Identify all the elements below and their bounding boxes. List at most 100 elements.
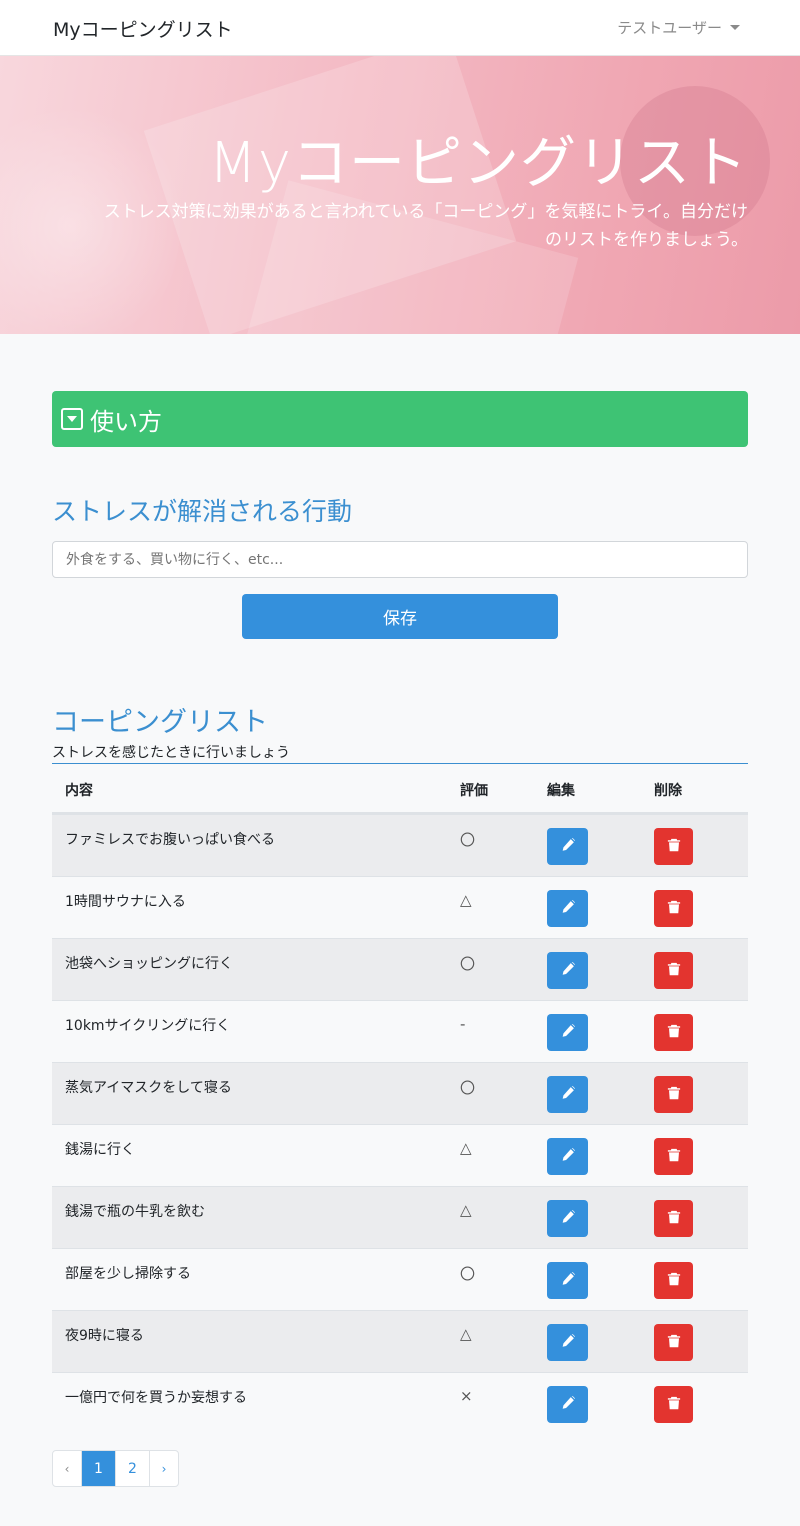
- trash-icon: [667, 1210, 681, 1228]
- action-input[interactable]: [52, 541, 748, 578]
- table-row: 10kmサイクリングに行く -: [52, 1000, 748, 1062]
- row-content: ファミレスでお腹いっぱい食べる: [65, 832, 275, 848]
- table-row: 部屋を少し掃除する 〇: [52, 1248, 748, 1310]
- row-content: 一億円で何を買うか妄想する: [65, 1390, 247, 1406]
- row-content: 銭湯で瓶の牛乳を飲む: [65, 1204, 205, 1220]
- trash-icon: [667, 838, 681, 856]
- table-row: 池袋へショッピングに行く 〇: [52, 938, 748, 1000]
- trash-icon: [667, 1086, 681, 1104]
- pencil-icon: [561, 899, 575, 918]
- row-rating: △: [460, 1201, 472, 1219]
- pencil-icon: [561, 837, 575, 856]
- row-rating: 〇: [460, 1265, 476, 1283]
- column-header-content: 内容: [65, 783, 93, 799]
- pagination-page-2[interactable]: 2: [116, 1451, 150, 1486]
- delete-button[interactable]: [654, 952, 693, 989]
- row-rating: -: [460, 1015, 466, 1033]
- table-row: ファミレスでお腹いっぱい食べる 〇: [52, 814, 748, 876]
- hero-subtitle: ストレス対策に効果があると言われている「コーピング」を気軽にトライ。自分だけ の…: [48, 198, 748, 254]
- pencil-icon: [561, 1085, 575, 1104]
- delete-button[interactable]: [654, 828, 693, 865]
- trash-icon: [667, 1396, 681, 1414]
- trash-icon: [667, 1272, 681, 1290]
- row-content: 1時間サウナに入る: [65, 894, 186, 910]
- table-header: 内容 評価 編集 削除: [52, 764, 748, 814]
- list-heading: コーピングリスト: [52, 707, 268, 738]
- table-row: 夜9時に寝る △: [52, 1310, 748, 1372]
- caret-square-down-icon: [61, 408, 83, 430]
- pencil-icon: [561, 1147, 575, 1166]
- row-content: 夜9時に寝る: [65, 1328, 144, 1344]
- delete-button[interactable]: [654, 1076, 693, 1113]
- pencil-icon: [561, 1023, 575, 1042]
- trash-icon: [667, 962, 681, 980]
- edit-button[interactable]: [547, 1076, 588, 1113]
- edit-button[interactable]: [547, 1386, 588, 1423]
- row-content: 銭湯に行く: [65, 1142, 135, 1158]
- pagination: ‹ 1 2 ›: [52, 1450, 179, 1487]
- table-row: 一億円で何を買うか妄想する ×: [52, 1372, 748, 1434]
- hero-subtitle-line: ストレス対策に効果があると言われている「コーピング」を気軽にトライ。自分だけ: [103, 202, 748, 222]
- delete-button[interactable]: [654, 1386, 693, 1423]
- pagination-next[interactable]: ›: [150, 1451, 178, 1486]
- form-heading: ストレスが解消される行動: [52, 497, 353, 526]
- list-subheading: ストレスを感じたときに行いましょう: [52, 745, 290, 761]
- row-rating: 〇: [460, 955, 476, 973]
- edit-button[interactable]: [547, 890, 588, 927]
- trash-icon: [667, 1148, 681, 1166]
- table-row: 蒸気アイマスクをして寝る 〇: [52, 1062, 748, 1124]
- row-content: 10kmサイクリングに行く: [65, 1018, 231, 1034]
- delete-button[interactable]: [654, 890, 693, 927]
- navbar: Myコーピングリスト テストユーザー: [0, 0, 800, 56]
- trash-icon: [667, 1334, 681, 1352]
- row-rating: ×: [460, 1387, 473, 1405]
- row-content: 部屋を少し掃除する: [65, 1266, 191, 1282]
- edit-button[interactable]: [547, 1014, 588, 1051]
- trash-icon: [667, 1024, 681, 1042]
- pencil-icon: [561, 1333, 575, 1352]
- column-header-delete: 削除: [654, 783, 682, 799]
- save-button[interactable]: 保存: [242, 594, 558, 639]
- delete-button[interactable]: [654, 1200, 693, 1237]
- trash-icon: [667, 900, 681, 918]
- row-rating: △: [460, 1139, 472, 1157]
- edit-button[interactable]: [547, 1200, 588, 1237]
- pagination-prev[interactable]: ‹: [53, 1451, 82, 1486]
- coping-table: 内容 評価 編集 削除 ファミレスでお腹いっぱい食べる〇 1時間サウナに入る △ 池袋…: [52, 764, 748, 1434]
- pagination-page-1[interactable]: 1: [82, 1451, 116, 1486]
- row-rating: 〇: [460, 831, 476, 849]
- delete-button[interactable]: [654, 1014, 693, 1051]
- delete-button[interactable]: [654, 1262, 693, 1299]
- edit-button[interactable]: [547, 1138, 588, 1175]
- edit-button[interactable]: [547, 1262, 588, 1299]
- pencil-icon: [561, 1209, 575, 1228]
- user-dropdown[interactable]: テストユーザー: [617, 17, 740, 38]
- row-rating: △: [460, 1325, 472, 1343]
- user-name: テストユーザー: [617, 19, 722, 37]
- edit-button[interactable]: [547, 1324, 588, 1361]
- row-rating: 〇: [460, 1079, 476, 1097]
- howto-toggle[interactable]: 使い方: [52, 391, 748, 447]
- table-row: 銭湯で瓶の牛乳を飲む △: [52, 1186, 748, 1248]
- table-body: ファミレスでお腹いっぱい食べる〇 1時間サウナに入る △ 池袋へショッピングに行く〇 1…: [52, 814, 748, 1434]
- pencil-icon: [561, 961, 575, 980]
- pencil-icon: [561, 1271, 575, 1290]
- row-content: 蒸気アイマスクをして寝る: [65, 1080, 232, 1096]
- edit-button[interactable]: [547, 952, 588, 989]
- hero-title: Myコーピングリスト: [208, 131, 748, 196]
- howto-label: 使い方: [90, 407, 162, 436]
- edit-button[interactable]: [547, 828, 588, 865]
- delete-button[interactable]: [654, 1138, 693, 1175]
- navbar-brand[interactable]: Myコーピングリスト: [53, 15, 233, 42]
- delete-button[interactable]: [654, 1324, 693, 1361]
- row-content: 池袋へショッピングに行く: [65, 956, 233, 972]
- pencil-icon: [561, 1395, 575, 1414]
- column-header-edit: 編集: [547, 783, 575, 799]
- caret-down-icon: [730, 25, 740, 30]
- table-row: 1時間サウナに入る △: [52, 876, 748, 938]
- column-header-rating: 評価: [460, 783, 488, 799]
- hero-banner: Myコーピングリスト ストレス対策に効果があると言われている「コーピング」を気軽…: [0, 56, 800, 334]
- table-row: 銭湯に行く △: [52, 1124, 748, 1186]
- hero-subtitle-line: のリストを作りましょう。: [545, 230, 748, 250]
- row-rating: △: [460, 891, 472, 909]
